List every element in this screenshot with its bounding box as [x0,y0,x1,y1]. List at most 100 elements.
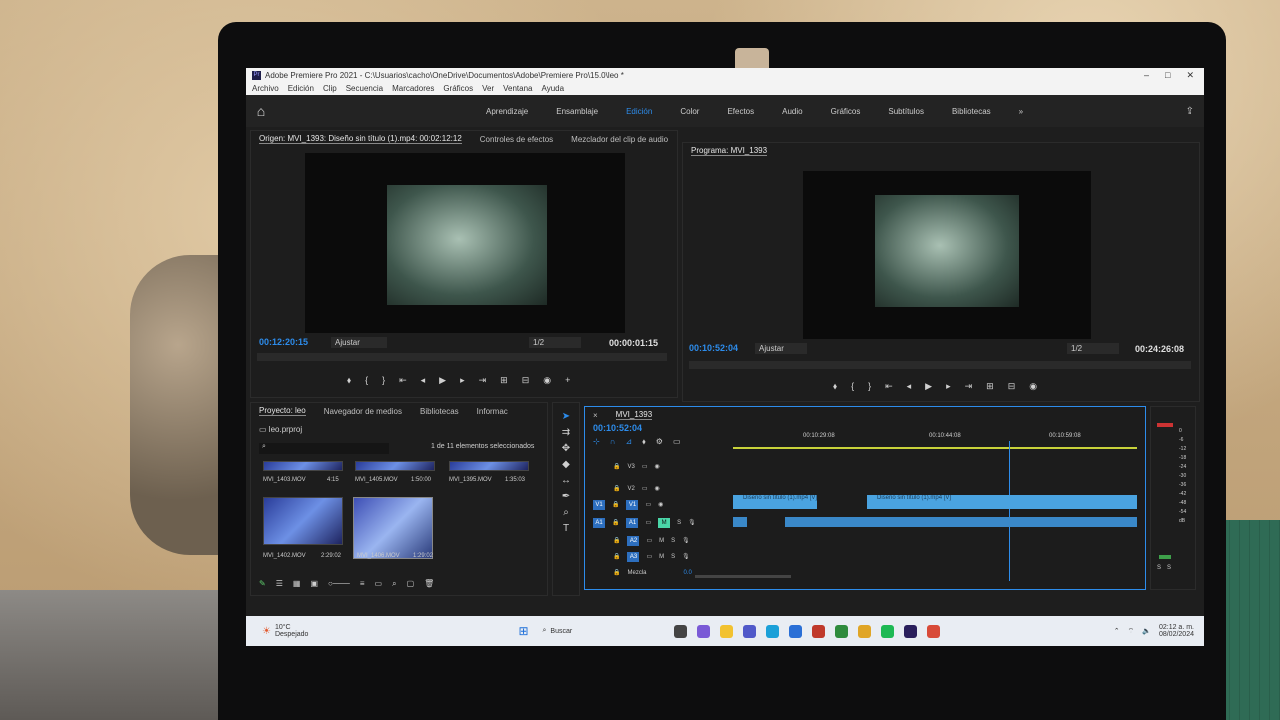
add-button-icon[interactable]: + [565,375,570,386]
program-go-to-in-icon[interactable]: ⇤ [885,381,893,392]
task-view-icon[interactable] [674,624,688,638]
sync-icon[interactable]: ▭ [642,485,648,492]
project-item-thumb[interactable] [263,461,343,471]
mic-icon[interactable]: 🎙 [682,537,690,544]
ripple-edit-tool-icon[interactable]: ✥ [553,443,579,454]
menu-graficos[interactable]: Gráficos [443,84,473,93]
new-bin-icon[interactable]: ▭ [375,579,383,589]
workspace-audio[interactable]: Audio [782,107,802,116]
lock-icon[interactable]: 🔒 [613,485,620,492]
menu-edicion[interactable]: Edición [288,84,314,93]
go-to-in-icon[interactable]: ⇤ [399,375,407,386]
type-tool-icon[interactable]: T [553,523,579,534]
more-workspaces-icon[interactable]: » [1019,107,1023,116]
list-view-icon[interactable]: ☰ [276,579,283,589]
eye-icon[interactable]: ◉ [655,463,660,470]
teams-icon[interactable] [743,624,757,638]
sync-icon[interactable]: ▭ [645,519,651,526]
go-to-out-icon[interactable]: ⇥ [479,375,487,386]
program-step-forward-icon[interactable]: ▸ [946,381,951,392]
workspace-subtitulos[interactable]: Subtítulos [888,107,924,116]
program-go-to-out-icon[interactable]: ⇥ [965,381,973,392]
weather-widget[interactable]: 10°C Despejado [275,624,308,638]
sort-icon[interactable]: ≡ [360,579,365,589]
project-item-thumb[interactable] [355,461,435,471]
track-label[interactable]: A2 [627,535,640,546]
mute-button[interactable]: M [659,554,664,560]
menu-clip[interactable]: Clip [323,84,337,93]
add-marker-icon[interactable]: ⬧ [642,437,646,447]
sync-icon[interactable]: ▭ [646,553,652,560]
close-sequence-icon[interactable]: × [593,411,598,420]
workspace-color[interactable]: Color [680,107,699,116]
mic-icon[interactable]: 🎙 [682,553,690,560]
search-icon[interactable]: ⌕ [543,627,547,635]
workspace-aprendizaje[interactable]: Aprendizaje [486,107,528,116]
extract-icon[interactable]: ⊟ [1008,381,1016,392]
source-patch-a1[interactable]: A1 [593,517,605,528]
menu-ventana[interactable]: Ventana [503,84,532,93]
insert-icon[interactable]: ⊞ [500,375,508,386]
program-fit-select[interactable]: Ajustar [755,343,807,354]
project-item-thumb[interactable] [449,461,529,471]
explorer-icon[interactable] [720,624,734,638]
selection-tool-icon[interactable]: ➤ [553,411,579,422]
tab-project[interactable]: Proyecto: leo [259,406,306,416]
menu-ver[interactable]: Ver [482,84,494,93]
sync-icon[interactable]: ▭ [646,537,652,544]
snap-icon[interactable]: ∩ [610,437,616,447]
tab-sequence[interactable]: MVI_1393 [615,410,653,420]
weather-icon[interactable]: ☀ [262,626,271,637]
share-icon[interactable]: ⇪ [1186,106,1194,117]
lock-icon[interactable]: 🔒 [613,569,620,576]
solo-left-button[interactable]: S [1157,565,1161,571]
slip-tool-icon[interactable]: ↔ [553,475,579,486]
program-play-icon[interactable]: ▶ [925,381,932,392]
chrome-profile-icon[interactable] [927,624,941,638]
project-search-input[interactable]: ⌕ [259,443,389,454]
copilot-icon[interactable] [697,624,711,638]
step-back-icon[interactable]: ◂ [421,375,426,386]
store-icon[interactable] [789,624,803,638]
project-item-thumb-selected[interactable] [353,497,433,559]
program-marker-icon[interactable]: ⬧ [833,381,837,392]
new-item-icon[interactable]: ▢ [407,579,415,589]
solo-button[interactable]: S [671,554,675,560]
camera-icon[interactable]: ◉ [543,375,551,386]
tab-source[interactable]: Origen: MVI_1393: Diseño sin título (1).… [259,134,462,144]
mark-out-icon[interactable]: } [382,375,385,386]
settings-wrench-icon[interactable]: ⚙ [656,437,663,447]
workspace-edicion[interactable]: Edición [626,107,652,116]
network-icon[interactable]: ⌔ [1128,627,1135,636]
workspace-efectos[interactable]: Efectos [727,107,754,116]
solo-button[interactable]: S [677,520,681,526]
sync-icon[interactable]: ▭ [642,463,648,470]
icon-view-icon[interactable]: ▦ [293,579,301,589]
solo-right-button[interactable]: S [1167,565,1171,571]
lift-icon[interactable]: ⊞ [986,381,994,392]
tab-libraries[interactable]: Bibliotecas [420,407,459,416]
eye-icon[interactable]: ◉ [658,501,663,508]
clock[interactable]: 02:12 a. m. 08/02/2024 [1159,624,1194,638]
zoom-slider[interactable]: ○─── [328,579,350,589]
lock-icon[interactable]: 🔒 [612,519,619,526]
tab-effect-controls[interactable]: Controles de efectos [480,135,553,144]
chrome-icon[interactable] [858,624,872,638]
source-scrubber[interactable] [257,353,667,361]
track-label[interactable]: A1 [626,517,639,528]
program-mark-out-icon[interactable]: } [868,381,871,392]
tab-media-browser[interactable]: Navegador de medios [324,407,402,416]
workspace-graficos[interactable]: Gráficos [831,107,861,116]
program-step-back-icon[interactable]: ◂ [907,381,912,392]
spotify-icon[interactable] [881,624,895,638]
program-mark-in-icon[interactable]: { [851,381,854,392]
menu-secuencia[interactable]: Secuencia [346,84,383,93]
audio-clip[interactable] [733,517,747,527]
sync-icon[interactable]: ▭ [645,501,651,508]
project-item-thumb[interactable] [263,497,343,545]
mail-icon[interactable] [812,624,826,638]
nest-icon[interactable]: ⊹ [593,437,600,447]
menu-marcadores[interactable]: Marcadores [392,84,434,93]
tab-info[interactable]: Informac [477,407,508,416]
mix-value[interactable]: 0.0 [684,570,692,576]
